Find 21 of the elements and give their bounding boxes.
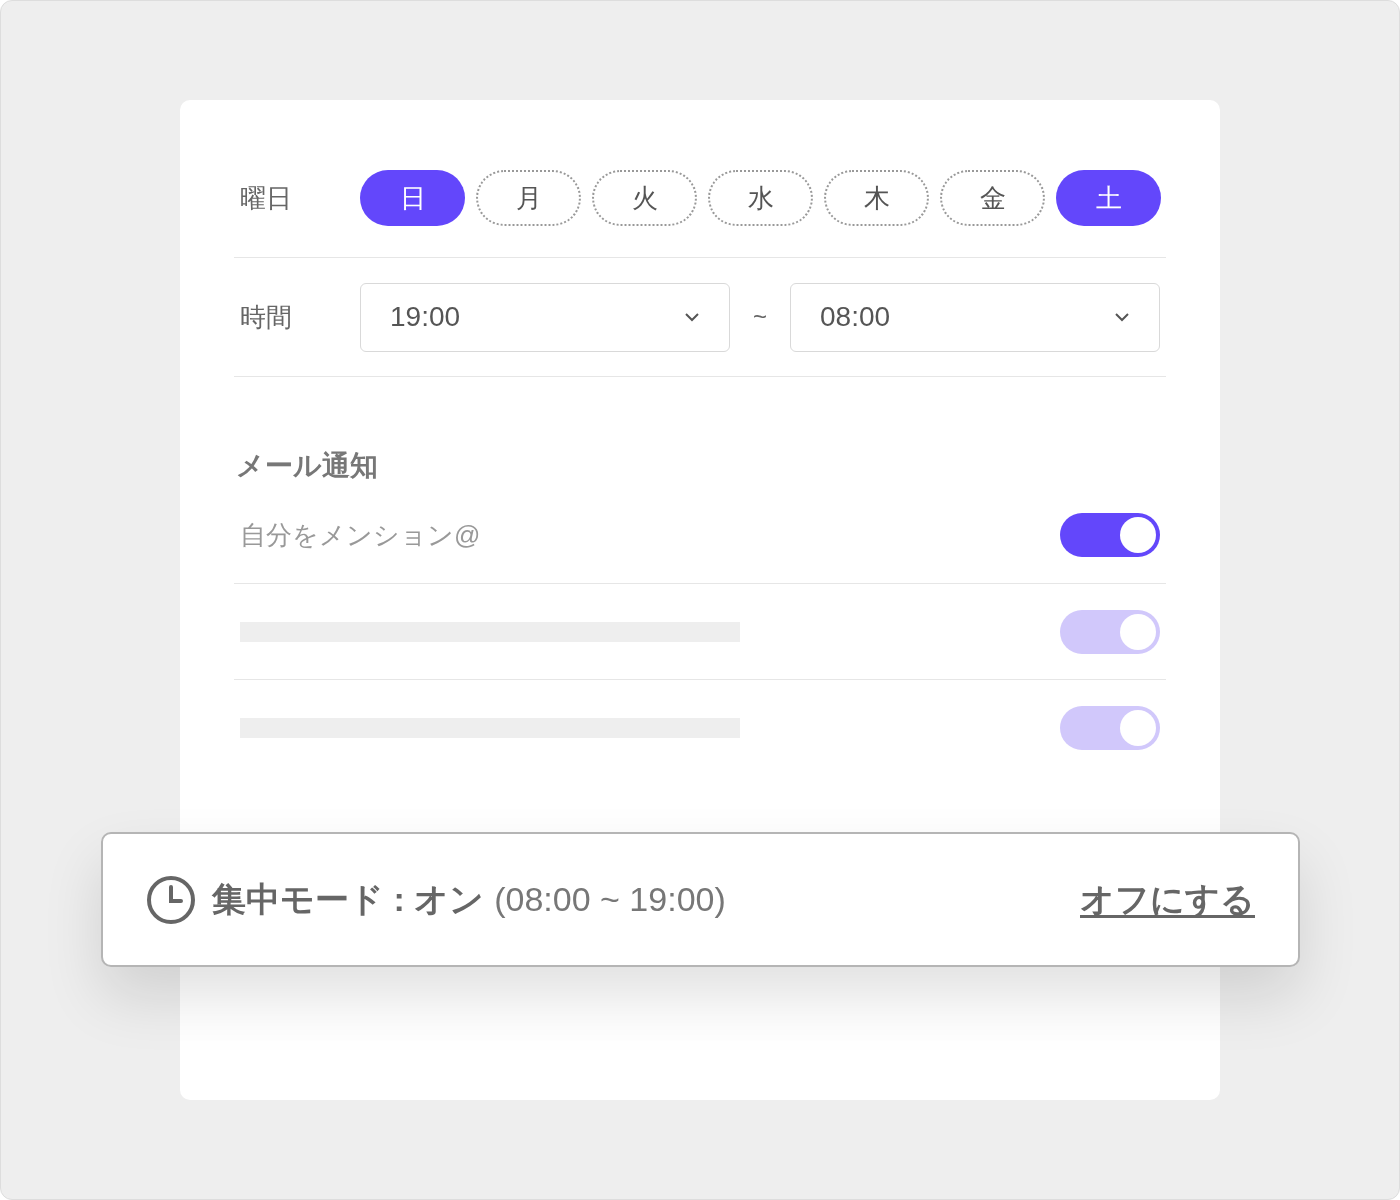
chevron-down-icon	[1114, 312, 1130, 322]
turn-off-link[interactable]: オフにする	[1080, 874, 1255, 925]
weekday-toggle[interactable]: 日	[360, 170, 465, 226]
focus-mode-status: 集中モード : オン	[212, 879, 485, 920]
weekday-toggle[interactable]: 土	[1056, 170, 1161, 226]
weekday-toggle[interactable]: 月	[476, 170, 581, 226]
focus-mode-schedule: (08:00 ~ 19:00)	[494, 879, 726, 920]
weekday-label: 曜日	[240, 181, 293, 215]
chevron-down-icon	[684, 312, 700, 322]
time-separator: ~	[752, 302, 768, 332]
weekday-toggle[interactable]: 火	[592, 170, 697, 226]
weekday-toggle[interactable]: 金	[940, 170, 1045, 226]
section-heading: メール通知	[235, 449, 379, 483]
end-time-select[interactable]: 08:00	[790, 282, 1160, 352]
setting-label: 自分をメンション@	[240, 518, 481, 552]
weekday-toggle[interactable]: 木	[824, 170, 929, 226]
toggle-switch[interactable]	[1060, 513, 1160, 557]
weekday-toggle[interactable]: 水	[708, 170, 813, 226]
clock-icon	[146, 874, 196, 925]
start-time-select[interactable]: 19:00	[360, 282, 730, 352]
time-label: 時間	[240, 300, 293, 334]
